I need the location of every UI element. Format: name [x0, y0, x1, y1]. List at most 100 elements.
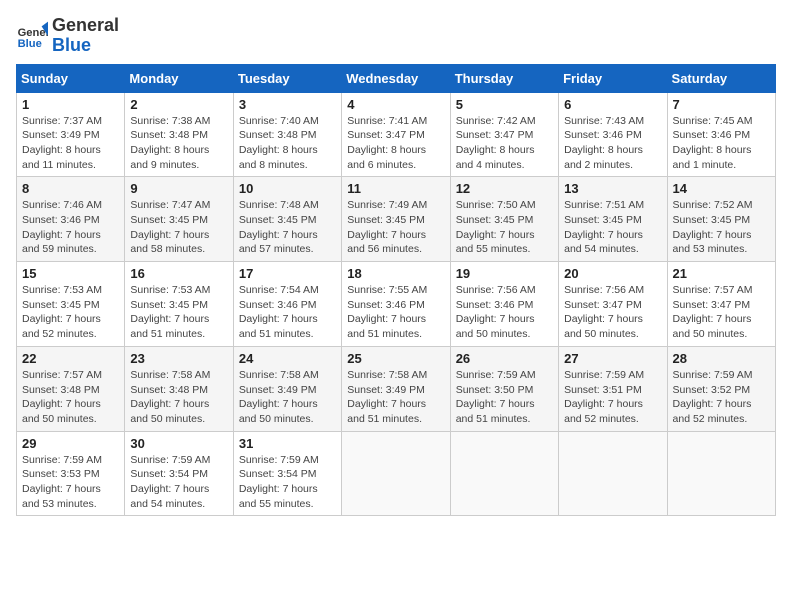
day-number: 17	[239, 266, 336, 281]
calendar-cell	[342, 431, 450, 516]
day-info: Sunrise: 7:48 AM Sunset: 3:45 PM Dayligh…	[239, 198, 336, 257]
calendar-cell: 4 Sunrise: 7:41 AM Sunset: 3:47 PM Daylig…	[342, 92, 450, 177]
day-number: 20	[564, 266, 661, 281]
weekday-header-friday: Friday	[559, 64, 667, 92]
calendar-cell: 24 Sunrise: 7:58 AM Sunset: 3:49 PM Dayli…	[233, 346, 341, 431]
calendar-cell: 5Sunrise: 7:42 AM Sunset: 3:47 PM Daylig…	[450, 92, 558, 177]
calendar-cell: 13 Sunrise: 7:51 AM Sunset: 3:45 PM Dayli…	[559, 177, 667, 262]
day-info: Sunrise: 7:54 AM Sunset: 3:46 PM Dayligh…	[239, 283, 336, 342]
day-number: 2	[130, 97, 227, 112]
day-number: 16	[130, 266, 227, 281]
day-number: 26	[456, 351, 553, 366]
calendar-cell	[450, 431, 558, 516]
calendar-cell: 12 Sunrise: 7:50 AM Sunset: 3:45 PM Dayli…	[450, 177, 558, 262]
calendar-week-row: 29Sunrise: 7:59 AM Sunset: 3:53 PM Dayli…	[17, 431, 776, 516]
day-number: 1	[22, 97, 119, 112]
day-number: 22	[22, 351, 119, 366]
day-info: Sunrise: 7:45 AM Sunset: 3:46 PM Dayligh…	[673, 114, 770, 173]
weekday-header-monday: Monday	[125, 64, 233, 92]
day-info: Sunrise: 7:37 AM Sunset: 3:49 PM Dayligh…	[22, 114, 119, 173]
day-number: 31	[239, 436, 336, 451]
day-info: Sunrise: 7:50 AM Sunset: 3:45 PM Dayligh…	[456, 198, 553, 257]
calendar-cell: 27 Sunrise: 7:59 AM Sunset: 3:51 PM Dayli…	[559, 346, 667, 431]
day-number: 4	[347, 97, 444, 112]
day-info: Sunrise: 7:58 AM Sunset: 3:49 PM Dayligh…	[347, 368, 444, 427]
day-number: 27	[564, 351, 661, 366]
day-number: 8	[22, 181, 119, 196]
day-info: Sunrise: 7:59 AM Sunset: 3:54 PM Dayligh…	[239, 453, 336, 512]
day-info: Sunrise: 7:49 AM Sunset: 3:45 PM Dayligh…	[347, 198, 444, 257]
day-number: 9	[130, 181, 227, 196]
day-info: Sunrise: 7:56 AM Sunset: 3:46 PM Dayligh…	[456, 283, 553, 342]
day-number: 24	[239, 351, 336, 366]
calendar-cell: 7 Sunrise: 7:45 AM Sunset: 3:46 PM Daylig…	[667, 92, 775, 177]
calendar-cell: 6 Sunrise: 7:43 AM Sunset: 3:46 PM Daylig…	[559, 92, 667, 177]
weekday-header-tuesday: Tuesday	[233, 64, 341, 92]
day-number: 6	[564, 97, 661, 112]
day-info: Sunrise: 7:41 AM Sunset: 3:47 PM Dayligh…	[347, 114, 444, 173]
calendar-cell: 28 Sunrise: 7:59 AM Sunset: 3:52 PM Dayli…	[667, 346, 775, 431]
weekday-header-saturday: Saturday	[667, 64, 775, 92]
day-number: 23	[130, 351, 227, 366]
day-info: Sunrise: 7:57 AM Sunset: 3:47 PM Dayligh…	[673, 283, 770, 342]
day-number: 19	[456, 266, 553, 281]
day-info: Sunrise: 7:57 AM Sunset: 3:48 PM Dayligh…	[22, 368, 119, 427]
day-info: Sunrise: 7:43 AM Sunset: 3:46 PM Dayligh…	[564, 114, 661, 173]
calendar-cell: 29Sunrise: 7:59 AM Sunset: 3:53 PM Dayli…	[17, 431, 125, 516]
day-info: Sunrise: 7:52 AM Sunset: 3:45 PM Dayligh…	[673, 198, 770, 257]
calendar-cell: 15 Sunrise: 7:53 AM Sunset: 3:45 PM Dayli…	[17, 262, 125, 347]
calendar-week-row: 1 Sunrise: 7:37 AM Sunset: 3:49 PM Daylig…	[17, 92, 776, 177]
day-number: 12	[456, 181, 553, 196]
calendar-cell: 17 Sunrise: 7:54 AM Sunset: 3:46 PM Dayli…	[233, 262, 341, 347]
calendar-week-row: 8 Sunrise: 7:46 AM Sunset: 3:46 PM Daylig…	[17, 177, 776, 262]
day-info: Sunrise: 7:55 AM Sunset: 3:46 PM Dayligh…	[347, 283, 444, 342]
logo: General Blue General Blue	[16, 16, 119, 56]
day-info: Sunrise: 7:59 AM Sunset: 3:50 PM Dayligh…	[456, 368, 553, 427]
calendar-cell: 10 Sunrise: 7:48 AM Sunset: 3:45 PM Dayli…	[233, 177, 341, 262]
calendar-cell: 26 Sunrise: 7:59 AM Sunset: 3:50 PM Dayli…	[450, 346, 558, 431]
weekday-header-thursday: Thursday	[450, 64, 558, 92]
calendar-week-row: 22 Sunrise: 7:57 AM Sunset: 3:48 PM Dayli…	[17, 346, 776, 431]
day-number: 14	[673, 181, 770, 196]
day-info: Sunrise: 7:58 AM Sunset: 3:48 PM Dayligh…	[130, 368, 227, 427]
calendar-cell: 21Sunrise: 7:57 AM Sunset: 3:47 PM Dayli…	[667, 262, 775, 347]
day-info: Sunrise: 7:42 AM Sunset: 3:47 PM Dayligh…	[456, 114, 553, 173]
calendar-cell: 31 Sunrise: 7:59 AM Sunset: 3:54 PM Dayli…	[233, 431, 341, 516]
weekday-header-sunday: Sunday	[17, 64, 125, 92]
day-info: Sunrise: 7:53 AM Sunset: 3:45 PM Dayligh…	[22, 283, 119, 342]
day-info: Sunrise: 7:58 AM Sunset: 3:49 PM Dayligh…	[239, 368, 336, 427]
calendar-cell: 20Sunrise: 7:56 AM Sunset: 3:47 PM Dayli…	[559, 262, 667, 347]
calendar-cell	[667, 431, 775, 516]
weekday-header-wednesday: Wednesday	[342, 64, 450, 92]
day-number: 25	[347, 351, 444, 366]
calendar-cell: 14 Sunrise: 7:52 AM Sunset: 3:45 PM Dayli…	[667, 177, 775, 262]
day-info: Sunrise: 7:40 AM Sunset: 3:48 PM Dayligh…	[239, 114, 336, 173]
day-number: 18	[347, 266, 444, 281]
day-number: 11	[347, 181, 444, 196]
day-info: Sunrise: 7:59 AM Sunset: 3:51 PM Dayligh…	[564, 368, 661, 427]
calendar-cell: 30Sunrise: 7:59 AM Sunset: 3:54 PM Dayli…	[125, 431, 233, 516]
calendar-cell: 1 Sunrise: 7:37 AM Sunset: 3:49 PM Daylig…	[17, 92, 125, 177]
day-info: Sunrise: 7:51 AM Sunset: 3:45 PM Dayligh…	[564, 198, 661, 257]
day-info: Sunrise: 7:38 AM Sunset: 3:48 PM Dayligh…	[130, 114, 227, 173]
calendar-cell: 18 Sunrise: 7:55 AM Sunset: 3:46 PM Dayli…	[342, 262, 450, 347]
day-info: Sunrise: 7:46 AM Sunset: 3:46 PM Dayligh…	[22, 198, 119, 257]
calendar-cell: 22 Sunrise: 7:57 AM Sunset: 3:48 PM Dayli…	[17, 346, 125, 431]
day-info: Sunrise: 7:59 AM Sunset: 3:52 PM Dayligh…	[673, 368, 770, 427]
calendar-cell: 25 Sunrise: 7:58 AM Sunset: 3:49 PM Dayli…	[342, 346, 450, 431]
day-number: 29	[22, 436, 119, 451]
calendar-cell: 23 Sunrise: 7:58 AM Sunset: 3:48 PM Dayli…	[125, 346, 233, 431]
day-number: 15	[22, 266, 119, 281]
day-number: 28	[673, 351, 770, 366]
calendar-cell	[559, 431, 667, 516]
svg-text:Blue: Blue	[18, 38, 42, 50]
day-number: 3	[239, 97, 336, 112]
calendar-cell: 8 Sunrise: 7:46 AM Sunset: 3:46 PM Daylig…	[17, 177, 125, 262]
calendar-cell: 3 Sunrise: 7:40 AM Sunset: 3:48 PM Daylig…	[233, 92, 341, 177]
day-number: 13	[564, 181, 661, 196]
calendar-week-row: 15 Sunrise: 7:53 AM Sunset: 3:45 PM Dayli…	[17, 262, 776, 347]
calendar-cell: 9Sunrise: 7:47 AM Sunset: 3:45 PM Daylig…	[125, 177, 233, 262]
logo-text: General Blue	[52, 16, 119, 56]
day-number: 7	[673, 97, 770, 112]
day-number: 10	[239, 181, 336, 196]
